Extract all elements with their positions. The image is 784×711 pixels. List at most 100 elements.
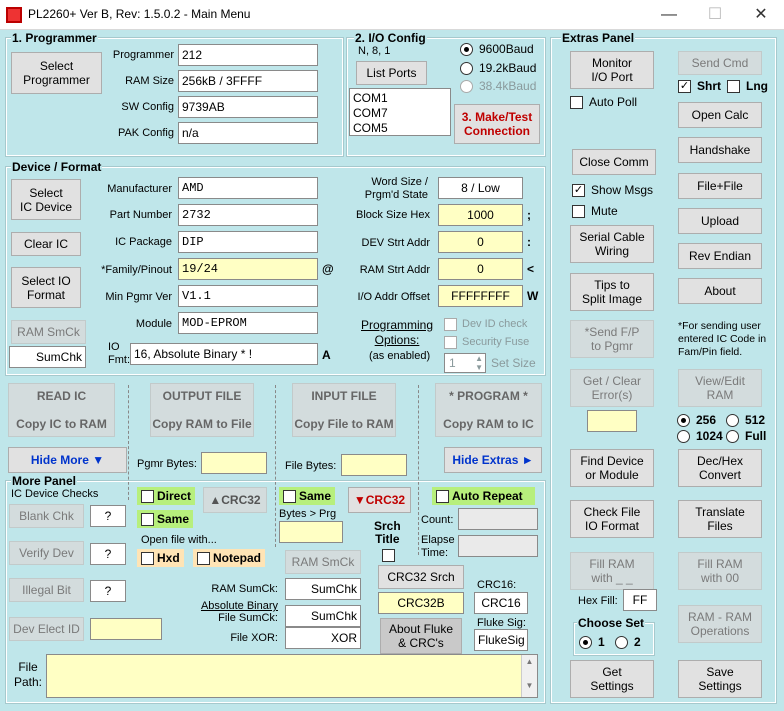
same2-checkbox[interactable]: [283, 490, 296, 503]
find-device-button[interactable]: Find Device or Module: [570, 449, 654, 487]
minimize-icon[interactable]: —: [646, 0, 692, 30]
rev-endian-button[interactable]: Rev Endian: [678, 243, 762, 269]
stepper-arrows-icon[interactable]: ▲ ▼: [475, 354, 483, 372]
srch-title-checkbox[interactable]: [382, 549, 395, 562]
family-pinout-field[interactable]: 19/24: [178, 258, 318, 280]
input-file-button[interactable]: INPUT FILE Copy File to RAM: [292, 383, 396, 437]
dec-hex-convert-button[interactable]: Dec/Hex Convert: [678, 449, 762, 487]
mute-checkbox[interactable]: [572, 205, 585, 218]
fluke-sig-field[interactable]: FlukeSig: [474, 629, 528, 651]
send-cmd-button[interactable]: Send Cmd: [678, 51, 762, 75]
fill-ram-button[interactable]: Fill RAM with _ _: [570, 552, 654, 590]
dev-elect-id-button[interactable]: Dev Elect ID: [9, 617, 84, 641]
view-edit-ram-button[interactable]: View/Edit RAM: [678, 369, 762, 407]
ram-full-radio[interactable]: [726, 430, 739, 443]
open-calc-button[interactable]: Open Calc: [678, 102, 762, 128]
serial-cable-wiring-button[interactable]: Serial Cable Wiring: [570, 225, 654, 263]
ram-strt-field[interactable]: 0: [438, 258, 523, 280]
file-xor-field[interactable]: XOR: [285, 627, 361, 649]
ic-package-field[interactable]: DIP: [178, 231, 318, 253]
upload-button[interactable]: Upload: [678, 208, 762, 234]
part-number-field[interactable]: 2732: [178, 204, 318, 226]
blank-check-button[interactable]: Blank Chk: [9, 504, 84, 528]
about-button[interactable]: About: [678, 278, 762, 304]
crc32-up-button[interactable]: ▲CRC32: [203, 487, 267, 513]
close-comm-button[interactable]: Close Comm: [572, 149, 656, 175]
select-programmer-button[interactable]: Select Programmer: [11, 52, 102, 94]
hide-more-button[interactable]: Hide More ▼: [8, 447, 127, 473]
save-settings-button[interactable]: Save Settings: [678, 660, 762, 698]
handshake-button[interactable]: Handshake: [678, 137, 762, 163]
notepad-checkbox[interactable]: [197, 552, 210, 565]
show-msgs-checkbox[interactable]: ✓: [572, 184, 585, 197]
program-button[interactable]: * PROGRAM * Copy RAM to IC: [435, 383, 542, 437]
output-file-button[interactable]: OUTPUT FILE Copy RAM to File: [150, 383, 254, 437]
select-io-format-button[interactable]: Select IO Format: [11, 267, 81, 308]
io-offset-field[interactable]: FFFFFFFF: [438, 285, 523, 307]
ram-256-radio[interactable]: [677, 414, 690, 427]
auto-repeat-checkbox[interactable]: [436, 490, 449, 503]
hxd-checkbox[interactable]: [141, 552, 154, 565]
file-bytes-field[interactable]: [341, 454, 407, 476]
select-ic-device-button[interactable]: Select IC Device: [11, 179, 81, 220]
verify-device-button[interactable]: Verify Dev: [9, 541, 84, 565]
set-1-radio[interactable]: [579, 636, 592, 649]
crc32-down-button[interactable]: ▼CRC32: [348, 487, 411, 513]
send-fp-to-pgmr-button[interactable]: *Send F/P to Pgmr: [570, 320, 654, 358]
ram-sumck-field[interactable]: SumChk: [285, 578, 361, 600]
com-port-list[interactable]: COM1 COM7 COM5: [349, 88, 451, 136]
ram-1024-radio[interactable]: [677, 430, 690, 443]
min-pgmr-ver-field[interactable]: V1.1: [178, 285, 318, 307]
dev-id-check-checkbox[interactable]: [444, 318, 457, 331]
maximize-icon[interactable]: ☐: [692, 0, 738, 30]
lng-checkbox[interactable]: [727, 80, 740, 93]
sw-config-field[interactable]: 9739AB: [178, 96, 318, 118]
illegal-bit-button[interactable]: Illegal Bit: [9, 578, 84, 602]
check-file-io-format-button[interactable]: Check File IO Format: [570, 500, 654, 538]
crc16-field[interactable]: CRC16: [474, 592, 528, 614]
set-size-stepper[interactable]: 1 ▲ ▼: [444, 353, 486, 373]
list-item[interactable]: COM5: [353, 121, 447, 136]
io-format-field[interactable]: 16, Absolute Binary * !: [130, 343, 318, 365]
auto-poll-checkbox[interactable]: [570, 96, 583, 109]
ram-ram-operations-button[interactable]: RAM - RAM Operations: [678, 605, 762, 643]
shrt-checkbox[interactable]: ✓: [678, 80, 691, 93]
baud-38400-radio[interactable]: [460, 80, 473, 93]
manufacturer-field[interactable]: AMD: [178, 177, 318, 199]
word-size-field[interactable]: 8 / Low: [438, 177, 523, 199]
baud-9600-radio[interactable]: [460, 43, 473, 56]
dev-elect-id-field[interactable]: [90, 618, 162, 640]
crc32b-field[interactable]: CRC32B: [378, 592, 464, 614]
block-size-field[interactable]: 1000: [438, 204, 523, 226]
set-2-radio[interactable]: [615, 636, 628, 649]
direct-checkbox[interactable]: [141, 490, 154, 503]
file-path-field[interactable]: ▲ ▼: [46, 654, 538, 698]
dev-strt-field[interactable]: 0: [438, 231, 523, 253]
fill-ram-00-button[interactable]: Fill RAM with 00: [678, 552, 762, 590]
pak-config-field[interactable]: n/a: [178, 122, 318, 144]
clear-ic-button[interactable]: Clear IC: [11, 232, 81, 256]
programmer-field[interactable]: 212: [178, 44, 318, 66]
list-item[interactable]: COM1: [353, 91, 447, 106]
crc32-srch-button[interactable]: CRC32 Srch: [378, 565, 464, 589]
monitor-io-port-button[interactable]: Monitor I/O Port: [570, 51, 654, 89]
file-path-scrollbar[interactable]: ▲ ▼: [521, 655, 537, 697]
ram-smck-button[interactable]: RAM SmCk: [11, 320, 86, 344]
hide-extras-button[interactable]: Hide Extras ►: [444, 447, 542, 473]
hex-fill-field[interactable]: FF: [623, 589, 657, 611]
same-checkbox[interactable]: [141, 513, 154, 526]
security-fuse-checkbox[interactable]: [444, 336, 457, 349]
list-ports-button[interactable]: List Ports: [356, 61, 427, 85]
close-icon[interactable]: ✕: [738, 0, 784, 30]
module-field[interactable]: MOD-EPROM: [178, 312, 318, 334]
pgmr-bytes-field[interactable]: [201, 452, 267, 474]
file-plus-file-button[interactable]: File+File: [678, 173, 762, 199]
error-field[interactable]: [587, 410, 637, 432]
translate-files-button[interactable]: Translate Files: [678, 500, 762, 538]
about-fluke-button[interactable]: About Fluke & CRC's: [380, 618, 462, 654]
tips-split-image-button[interactable]: Tips to Split Image: [570, 273, 654, 311]
sumchk-field[interactable]: SumChk: [9, 346, 86, 368]
get-clear-errors-button[interactable]: Get / Clear Error(s): [570, 369, 654, 407]
ram-size-field[interactable]: 256kB / 3FFFF: [178, 70, 318, 92]
bytes-prg-field[interactable]: [279, 521, 343, 543]
